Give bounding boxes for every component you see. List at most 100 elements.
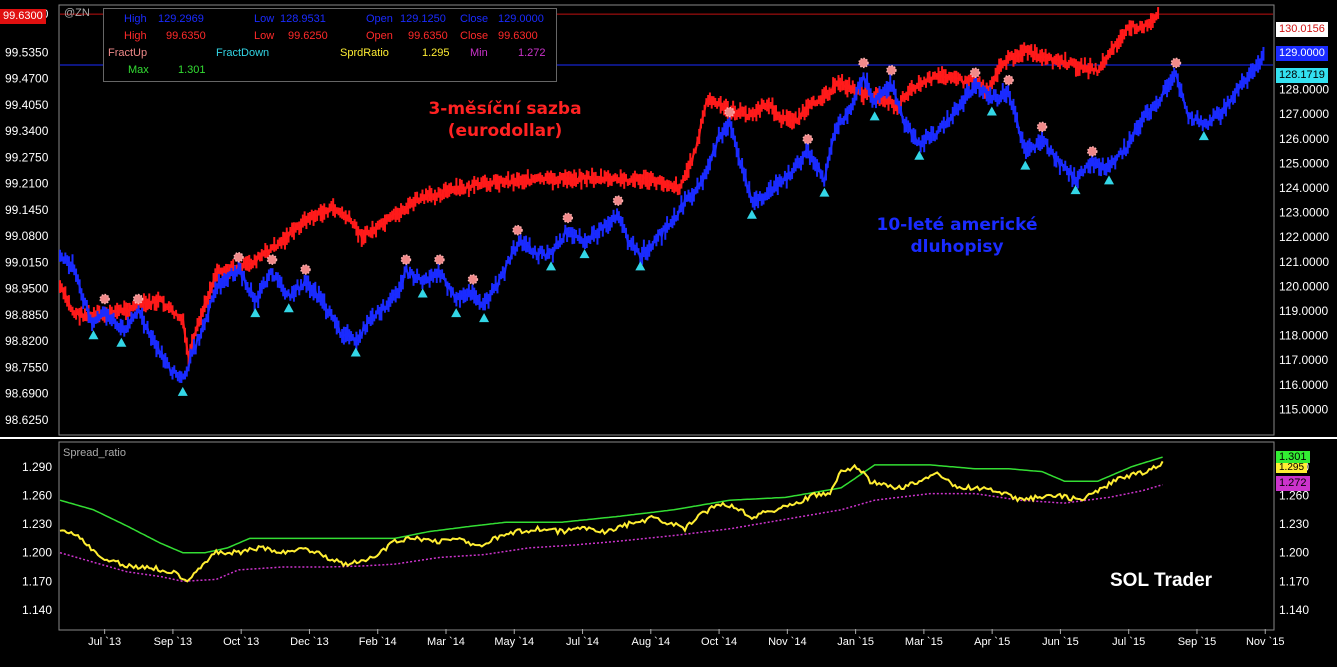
x-axis-tick-label: Nov `14 [768,636,807,648]
fractal-up-marker [858,57,869,69]
fractal-up-marker [1170,57,1182,69]
ratio-right-axis-tick: 1.200 [1279,546,1309,560]
ratio-left-axis-tick: 1.140 [22,603,52,617]
info-low-label-2: Low [254,30,275,42]
fractal-down-marker [451,308,462,318]
ratio-max-line [59,456,1163,554]
chart-window: 99.6300 99.5350 99.4700 99.4050 99.3400 99.27… [0,0,1337,662]
fractal-down-marker [1104,175,1115,185]
fractal-down-marker [546,261,557,271]
left-current-price-box: 99.6300 [0,9,46,24]
info-max-label: Max [128,64,149,76]
symbol-label: @ZN [64,7,90,19]
left-axis-tick: 98.8200 [5,334,49,348]
fractal-up-marker [886,65,897,76]
x-axis-tick-label: Oct `13 [223,636,259,648]
left-axis-tick: 99.5350 [5,45,49,59]
ratio-right-axis-tick: 1.140 [1279,603,1309,617]
fractal-down-marker [116,337,127,347]
fractal-down-marker [914,150,925,160]
ratio-current-box: 1.295 [1276,463,1308,473]
data-info-box: High 129.2969 Low 128.9531 Open 129.1250… [103,8,557,82]
x-axis-tick-label: Jul `13 [88,636,121,648]
left-axis-tick: 99.0800 [5,229,49,243]
fractal-down-marker [1020,160,1031,170]
info-high-label: High [124,13,147,25]
right-high-price-box: 130.0156 [1276,22,1328,37]
x-axis-tick-label: Apr `15 [974,636,1010,648]
right-axis-tick: 121.0000 [1279,255,1329,269]
info-high-value-2: 99.6350 [166,30,206,42]
left-axis-tick: 99.4700 [5,72,49,86]
fractal-up-marker [300,264,311,275]
fractal-down-marker [350,347,361,357]
fractal-down-marker [579,249,590,259]
ratio-left-axis-tick: 1.170 [22,574,52,588]
x-axis-tick-label: Sep `15 [1178,636,1217,648]
fractal-up-marker [562,212,574,224]
tnote-annotation: 10-leté americké dluhopisy [868,214,1046,258]
x-axis-tick-label: Nov `15 [1246,636,1285,648]
right-axis-tick: 127.0000 [1279,107,1329,121]
info-sprdratio-label: SprdRatio [340,47,389,59]
fractal-up-marker [612,195,624,206]
fractal-down-marker [1198,131,1209,141]
fractal-up-marker [99,293,110,305]
ratio-left-axis-tick: 1.230 [22,517,52,531]
fractal-down-marker [250,308,261,318]
fractal-down-marker [819,187,830,197]
left-axis-tick: 98.6900 [5,387,49,401]
info-open-value: 129.1250 [400,13,446,25]
ratio-left-axis-tick: 1.200 [22,546,52,560]
eurodollar-annotation-line2: (eurodollar) [447,121,563,141]
left-axis-tick: 98.8850 [5,308,49,322]
fractal-down-marker [88,330,99,340]
left-axis-tick: 98.9500 [5,282,49,296]
tnote-series [59,46,1265,384]
right-axis-tick: 123.0000 [1279,206,1329,220]
info-max-value: 1.301 [178,64,206,76]
ratio-panel-title: Spread_ratio [63,447,126,459]
info-min-label: Min [470,47,488,59]
right-axis-tick: 122.0000 [1279,230,1329,244]
right-low-price-box: 128.1719 [1276,68,1328,83]
right-axis-tick: 119.0000 [1279,304,1328,318]
fractal-up-marker [802,133,813,145]
right-axis-tick: 120.0000 [1279,279,1329,293]
right-axis-tick: 118.0000 [1279,329,1328,343]
fractal-down-marker [986,106,997,116]
fractal-up-marker [969,67,981,78]
fractal-up-marker [233,251,244,263]
x-axis-tick-label: Mar `15 [905,636,943,648]
left-axis-tick: 99.4050 [5,98,49,112]
info-fractdown-label: FractDown [216,47,270,59]
fractal-up-marker [1003,74,1014,86]
left-axis-tick: 99.3400 [5,124,49,138]
right-axis-tick: 126.0000 [1279,132,1329,146]
right-current-price-box: 129.0000 [1276,46,1328,61]
right-axis-tick: 117.0000 [1279,353,1328,367]
left-axis-tick: 99.1450 [5,203,49,217]
info-fractup-label: FractUp [108,47,148,59]
fractal-up-marker [1087,146,1098,157]
x-axis-tick-label: Feb `14 [359,636,397,648]
fractal-up-marker [467,274,479,285]
fractal-up-marker [132,293,144,305]
info-open-value-2: 99.6350 [408,30,448,42]
info-low-value: 128.9531 [280,13,326,25]
left-axis-tick: 99.0150 [5,255,49,269]
fractal-up-marker [1036,121,1048,133]
x-axis-tick-label: Jan `15 [837,636,874,648]
x-axis-tick-label: Jul `14 [566,636,599,648]
right-axis-tick: 128.0000 [1279,83,1329,97]
brand-label: SOL Trader [1110,570,1213,591]
fractal-up-marker [724,106,735,118]
fractal-down-marker [635,261,646,271]
info-min-value: 1.272 [518,47,546,59]
fractal-up-marker [512,224,523,236]
ratio-left-axis-tick: 1.290 [22,460,52,474]
fractal-down-marker [177,386,188,396]
ratio-min-line [59,483,1163,583]
ratio-right-axis-tick: 1.170 [1279,574,1309,588]
right-axis-tick: 116.0000 [1279,378,1328,392]
